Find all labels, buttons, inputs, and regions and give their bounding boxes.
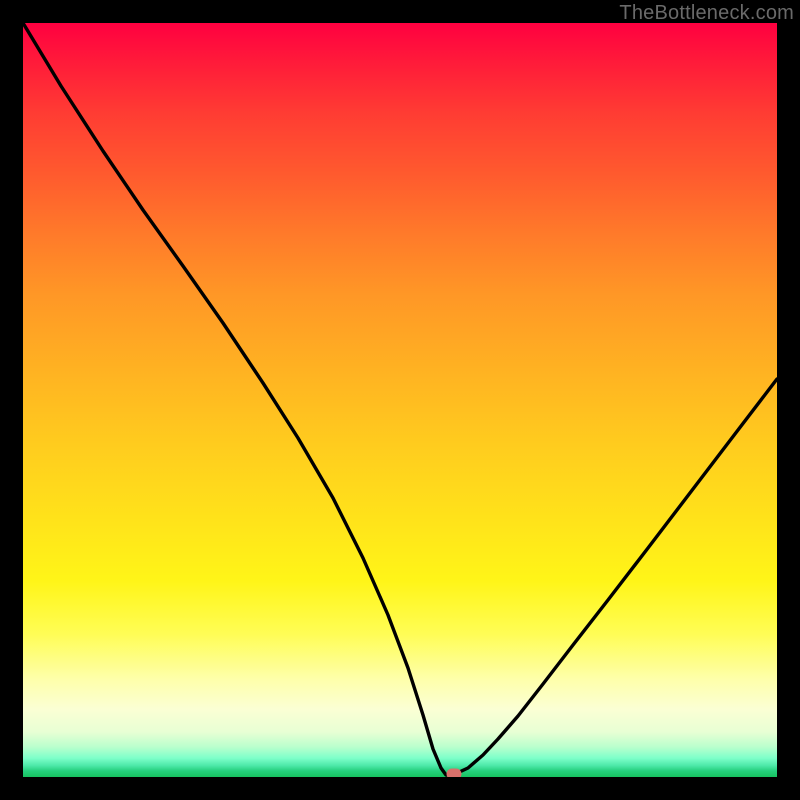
- plot-area: [23, 23, 777, 777]
- chart-container: TheBottleneck.com: [0, 0, 800, 800]
- minimum-marker-icon: [447, 769, 462, 778]
- curve-layer: [23, 23, 777, 777]
- bottleneck-curve: [23, 23, 777, 775]
- watermark-text: TheBottleneck.com: [619, 2, 794, 25]
